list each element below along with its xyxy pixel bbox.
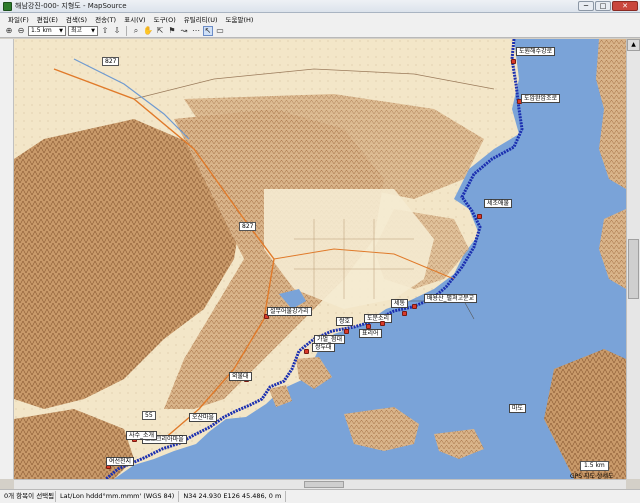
cursor-coordinates: N34 24.930 E126 45.486, 0 m — [179, 491, 287, 502]
mapsource-app-icon — [3, 1, 12, 11]
zoom-level-select[interactable]: 1.5 km ▼ — [28, 25, 66, 36]
place-label: 마도 — [509, 404, 527, 413]
track-tool-icon[interactable]: ⋯ — [191, 26, 201, 36]
left-panel-gutter — [0, 39, 14, 479]
waypoint-marker[interactable] — [304, 349, 309, 354]
waypoint-marker[interactable] — [511, 59, 516, 64]
map-canvas — [14, 39, 626, 479]
scale-label: 1.5 km — [580, 461, 609, 471]
title-bar: 해남강진-000- 지형도 - MapSource ─ □ ✕ — [0, 0, 640, 13]
menu-transfer[interactable]: 전송(T) — [91, 14, 120, 24]
horizontal-scrollbar[interactable] — [14, 479, 626, 489]
zoom-out-icon[interactable]: ⊖ — [16, 26, 26, 36]
zoom-in-icon[interactable]: ⊕ — [4, 26, 14, 36]
waypoint-label[interactable]: 도문소리 — [364, 314, 393, 323]
select-tool-icon[interactable]: ⇱ — [155, 26, 165, 36]
island-southeast — [544, 349, 626, 479]
waypoint-label[interactable]: 표리어 — [359, 329, 382, 338]
waypoint-marker[interactable] — [344, 329, 349, 334]
send-to-device-icon[interactable]: ⇧ — [100, 26, 110, 36]
menu-file[interactable]: 파일(F) — [4, 14, 33, 24]
road-number-badge: 827 — [239, 222, 257, 231]
status-bar: 0개 항목이 선택됨 Lat/Lon hddd°mm.mmm' (WGS 84)… — [0, 489, 640, 503]
chevron-down-icon: ▼ — [91, 27, 95, 34]
waypoint-tool-icon[interactable]: ⚑ — [167, 26, 177, 36]
waypoint-marker[interactable] — [402, 311, 407, 316]
waypoint-label[interactable]: 설무어물강가리 — [267, 307, 312, 316]
scroll-up-arrow-icon[interactable]: ▲ — [627, 39, 640, 51]
toolbar-separator — [126, 25, 127, 36]
waypoint-marker[interactable] — [412, 304, 417, 309]
island-peninsula — [296, 357, 332, 389]
receive-from-device-icon[interactable]: ⇩ — [112, 26, 122, 36]
island-south-center — [344, 407, 419, 451]
waypoint-label[interactable]: 배용산_펼쳐고분교 — [424, 294, 478, 303]
map-detail-select[interactable]: 최고 ▼ — [68, 25, 98, 36]
chevron-down-icon: ▼ — [59, 27, 63, 34]
menu-edit[interactable]: 편집(E) — [33, 14, 62, 24]
island-south-small — [434, 429, 484, 459]
island-east-mid — [599, 209, 626, 289]
road-number-badge: 827 — [102, 57, 120, 66]
minimize-button[interactable]: ─ — [578, 1, 594, 11]
window-controls: ─ □ ✕ — [578, 1, 638, 11]
waypoint-label[interactable]: 사수_소개 — [126, 431, 158, 440]
waypoint-label[interactable]: 쌍호 — [336, 317, 354, 326]
toolbar: ⊕ ⊖ 1.5 km ▼ 최고 ▼ ⇧ ⇩ ⌕ ✋ ⇱ ⚑ ↝ ⋯ ↖ ▭ — [0, 24, 640, 38]
island-south-tiny — [269, 385, 292, 407]
waypoint-marker[interactable] — [380, 321, 385, 326]
waypoint-label[interactable]: 여선천지 — [106, 457, 135, 466]
map-view[interactable]: 827 827 55 도원해수강로 도암완암조로 세조애물 세동 배용산_펼쳐고… — [14, 39, 626, 479]
menu-utilities[interactable]: 유틸리티(U) — [180, 14, 222, 24]
waypoint-label[interactable]: 외불대 — [229, 372, 252, 381]
waypoint-label[interactable]: 도암완암조로 — [521, 94, 561, 103]
waypoint-label[interactable]: 오산마을 — [189, 413, 218, 422]
pointer-tool-icon[interactable]: ↖ — [203, 25, 213, 36]
menu-find[interactable]: 검색(S) — [62, 14, 91, 24]
zoom-tool-icon[interactable]: ⌕ — [131, 26, 141, 36]
vertical-scroll-thumb[interactable] — [628, 239, 639, 299]
window-title: 해남강진-000- 지형도 - MapSource — [15, 2, 127, 10]
close-button[interactable]: ✕ — [612, 1, 638, 11]
waypoint-label[interactable]: 도원해수강로 — [516, 47, 556, 56]
waypoint-label[interactable]: 세조애물 — [484, 199, 513, 208]
menu-bar: 파일(F) 편집(E) 검색(S) 전송(T) 표시(V) 도구(O) 유틸리티… — [0, 13, 640, 24]
vertical-scrollbar[interactable]: ▲ — [626, 39, 640, 479]
waypoint-marker[interactable] — [477, 214, 482, 219]
menu-help[interactable]: 도움말(H) — [222, 14, 258, 24]
gps-detail-note: GPS 지도 상세도 — [570, 473, 614, 479]
hand-tool-icon[interactable]: ✋ — [143, 26, 153, 36]
map-detail-value: 최고 — [71, 26, 83, 34]
route-tool-icon[interactable]: ↝ — [179, 26, 189, 36]
zoom-level-value: 1.5 km — [31, 26, 52, 34]
coordinate-format: Lat/Lon hddd°mm.mmm' (WGS 84) — [56, 491, 180, 502]
menu-tools[interactable]: 도구(O) — [150, 14, 180, 24]
waypoint-label[interactable]: 세동 — [391, 299, 409, 308]
island-east-top — [596, 39, 626, 189]
waypoint-label[interactable]: 쌍두대 — [312, 343, 335, 352]
measure-tool-icon[interactable]: ▭ — [215, 26, 225, 36]
selection-status: 0개 항목이 선택됨 — [0, 491, 56, 502]
road-number-badge: 55 — [142, 411, 156, 420]
horizontal-scroll-thumb[interactable] — [304, 481, 344, 488]
menu-view[interactable]: 표시(V) — [120, 14, 149, 24]
maximize-button[interactable]: □ — [595, 1, 611, 11]
